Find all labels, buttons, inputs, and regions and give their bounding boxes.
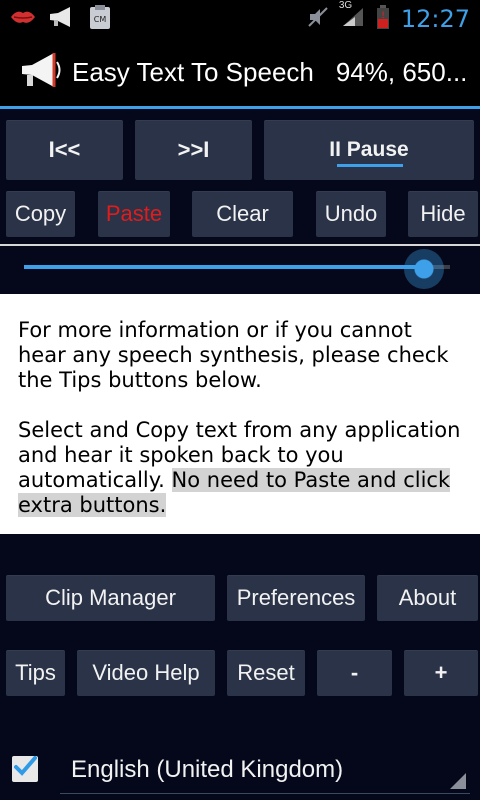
- speech-status: 94%, 650...: [335, 56, 468, 87]
- previous-button-label: I<<: [48, 137, 81, 162]
- clear-button[interactable]: Clear: [192, 191, 293, 237]
- paste-button-label: Paste: [105, 201, 163, 226]
- next-button[interactable]: >>I: [135, 120, 252, 180]
- undo-button-label: Undo: [324, 201, 378, 226]
- app-title: Easy Text To Speech: [72, 56, 314, 87]
- svg-text:CM: CM: [94, 15, 107, 24]
- lips-icon: [10, 8, 36, 31]
- video-help-button-label: Video Help: [92, 660, 200, 685]
- copy-button[interactable]: Copy: [6, 191, 75, 237]
- pause-active-indicator: [337, 164, 403, 167]
- language-checkbox[interactable]: [12, 755, 38, 783]
- signal-icon: 3G: [339, 0, 365, 33]
- language-dropdown[interactable]: English (United Kingdom): [60, 746, 470, 794]
- hide-button[interactable]: Hide: [408, 191, 478, 237]
- battery-icon: !: [376, 4, 389, 34]
- network-type: 3G: [338, 0, 353, 11]
- decrease-button[interactable]: -: [317, 650, 392, 696]
- hide-button-label: Hide: [420, 201, 466, 226]
- clock: 12:27: [400, 5, 470, 33]
- increase-button[interactable]: +: [404, 650, 478, 696]
- clear-button-label: Clear: [216, 201, 269, 226]
- tips-button[interactable]: Tips: [6, 650, 65, 696]
- svg-text:!: !: [381, 11, 385, 21]
- preferences-button-label: Preferences: [236, 585, 356, 610]
- decrease-button-label: -: [350, 660, 359, 685]
- text-paragraph-tips: For more information or if you cannot he…: [18, 318, 449, 392]
- pause-button[interactable]: II Pause: [264, 120, 474, 180]
- increase-button-label: +: [434, 660, 448, 685]
- system-icons: 3G ! 12:27: [307, 0, 470, 34]
- status-bar: CM 3G ! 12:27: [0, 0, 480, 38]
- about-button[interactable]: About: [377, 575, 478, 621]
- language-selected-value: English (United Kingdom): [71, 756, 344, 783]
- text-paragraph-instructions: Select and Copy text from any applicatio…: [18, 418, 462, 518]
- slider-thumb[interactable]: [404, 249, 444, 289]
- next-button-label: >>I: [177, 137, 210, 162]
- action-bar: Easy Text To Speech 94%, 650...: [0, 38, 480, 106]
- slider-fill: [24, 265, 424, 269]
- app-megaphone-icon: [18, 48, 64, 97]
- previous-button[interactable]: I<<: [6, 120, 123, 180]
- notification-icons: CM: [10, 4, 112, 35]
- pause-button-label: II Pause: [329, 138, 409, 161]
- clip-manager-button[interactable]: Clip Manager: [6, 575, 215, 621]
- paste-button[interactable]: Paste: [98, 191, 170, 237]
- tips-button-label: Tips: [15, 660, 56, 685]
- undo-button[interactable]: Undo: [316, 191, 386, 237]
- action-bar-divider: [0, 106, 480, 109]
- reset-button[interactable]: Reset: [227, 650, 305, 696]
- preferences-button[interactable]: Preferences: [227, 575, 365, 621]
- copy-button-label: Copy: [14, 201, 67, 226]
- video-help-button[interactable]: Video Help: [77, 650, 215, 696]
- speech-text-area[interactable]: For more information or if you cannot he…: [0, 294, 480, 534]
- megaphone-icon: [48, 5, 76, 34]
- dropdown-corner-icon: [450, 773, 466, 789]
- mute-icon: [307, 6, 329, 33]
- checkmark-icon: [13, 755, 37, 783]
- speech-progress-slider[interactable]: [0, 244, 480, 292]
- about-button-label: About: [398, 585, 457, 610]
- reset-button-label: Reset: [237, 660, 295, 685]
- clipboard-icon: CM: [88, 4, 112, 35]
- clip-manager-button-label: Clip Manager: [45, 585, 176, 610]
